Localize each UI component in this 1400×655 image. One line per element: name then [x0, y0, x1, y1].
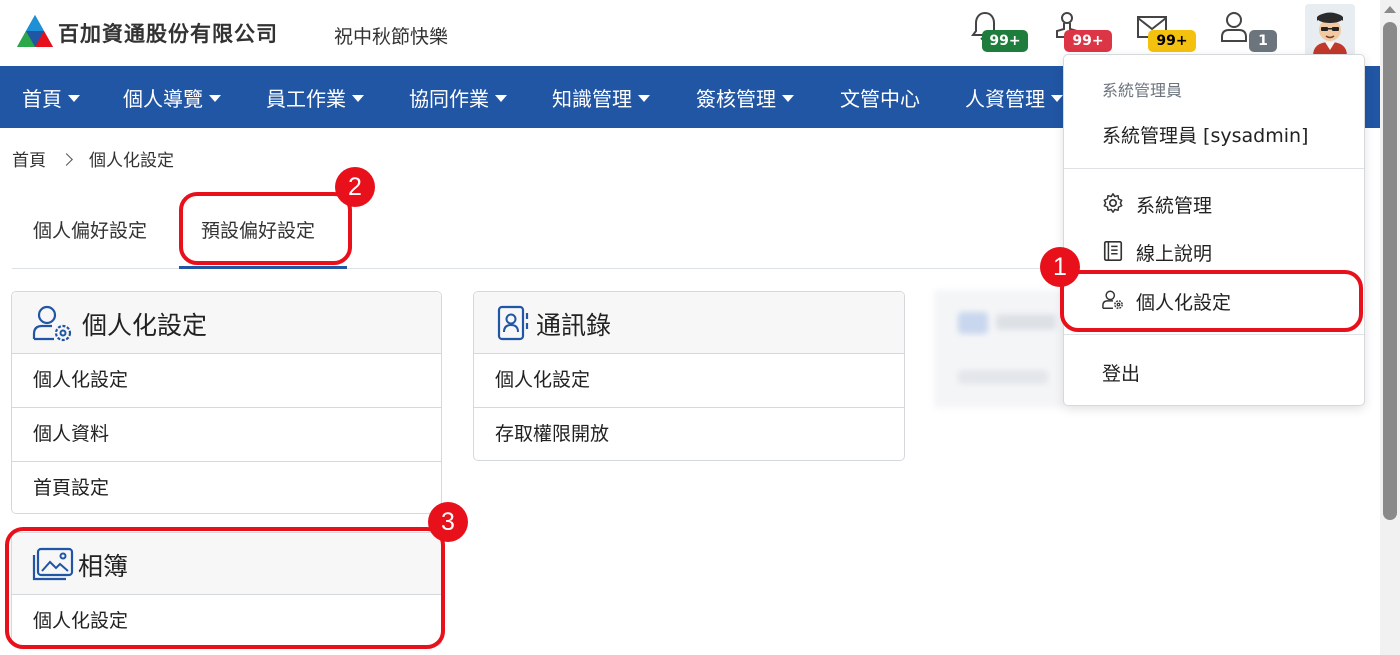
company-name: 百加資通股份有限公司: [58, 22, 278, 46]
dropdown-role-header: 系統管理員: [1102, 81, 1183, 100]
gear-icon: [1103, 192, 1123, 213]
card-title: 個人化設定: [82, 311, 208, 340]
notification-badge[interactable]: 99+: [982, 30, 1028, 52]
breadcrumb-home[interactable]: 首頁: [12, 151, 46, 171]
nav-personal-guide[interactable]: 個人導覽: [123, 83, 221, 112]
menu-item-system-admin[interactable]: 系統管理: [1102, 191, 1212, 218]
user-gear-icon: [32, 305, 72, 342]
nav-label: 簽核管理: [696, 87, 776, 111]
nav-label: 知識管理: [552, 87, 632, 111]
contacts-card: 通訊錄 個人化設定 存取權限開放: [473, 291, 905, 461]
nav-employee-ops[interactable]: 員工作業: [266, 83, 364, 112]
menu-item-label: 線上說明: [1136, 243, 1213, 265]
company-logo[interactable]: [16, 14, 54, 48]
nav-label: 個人導覽: [123, 87, 203, 111]
book-icon: [1103, 240, 1123, 261]
dropdown-user-name: 系統管理員 [sysadmin]: [1102, 125, 1309, 147]
tab-personal-preferences[interactable]: 個人偏好設定: [33, 216, 147, 243]
breadcrumb: 首頁 個人化設定: [12, 146, 174, 171]
list-item[interactable]: 個人資料: [12, 408, 441, 462]
caret-down-icon: [209, 95, 221, 102]
nav-collaboration[interactable]: 協同作業: [409, 83, 507, 112]
scrollbar-thumb[interactable]: [1383, 22, 1397, 520]
approval-badge[interactable]: 99+: [1064, 30, 1112, 52]
caret-down-icon: [352, 95, 364, 102]
scroll-up-arrow-icon[interactable]: [1384, 6, 1396, 13]
caret-down-icon: [1051, 95, 1063, 102]
blurred-card: [934, 290, 1064, 408]
card-header: 個人化設定: [12, 292, 441, 354]
nav-label: 首頁: [22, 87, 62, 111]
nav-document-center[interactable]: 文管中心: [840, 83, 920, 112]
breadcrumb-current: 個人化設定: [89, 151, 174, 171]
annotation-marker-1: 1: [1040, 247, 1080, 287]
avatar[interactable]: [1305, 4, 1355, 56]
annotation-highlight-2: [179, 192, 352, 265]
list-item[interactable]: 個人化設定: [12, 354, 441, 408]
menu-item-label: 系統管理: [1136, 195, 1213, 217]
annotation-highlight-1: [1060, 270, 1363, 332]
nav-home[interactable]: 首頁: [22, 83, 80, 112]
avatar-image: [1305, 4, 1355, 56]
list-item[interactable]: 首頁設定: [12, 462, 441, 513]
caret-down-icon: [638, 95, 650, 102]
nav-label: 協同作業: [409, 87, 489, 111]
caret-down-icon: [68, 95, 80, 102]
mail-badge[interactable]: 99+: [1148, 30, 1196, 52]
nav-label: 人資管理: [965, 87, 1045, 111]
chevron-right-icon: [60, 153, 73, 166]
user-dropdown-menu: 系統管理員 系統管理員 [sysadmin] 系統管理 線上說明 個人化設定 登…: [1063, 54, 1365, 406]
user-icon[interactable]: [1219, 10, 1249, 44]
nav-label: 員工作業: [266, 87, 346, 111]
card-header: 通訊錄: [474, 292, 904, 354]
dropdown-divider: [1064, 168, 1364, 169]
nav-approval[interactable]: 簽核管理: [696, 83, 794, 112]
list-item[interactable]: 存取權限開放: [474, 408, 904, 460]
menu-item-online-help[interactable]: 線上說明: [1102, 239, 1212, 266]
card-title: 通訊錄: [536, 311, 612, 340]
contact-book-icon: [497, 305, 529, 341]
greeting-text: 祝中秋節快樂: [334, 26, 449, 48]
caret-down-icon: [495, 95, 507, 102]
tabs-divider: [12, 268, 1062, 269]
annotation-marker-2: 2: [335, 167, 375, 207]
caret-down-icon: [782, 95, 794, 102]
active-tab-indicator: [179, 266, 347, 269]
dropdown-divider: [1064, 334, 1364, 335]
annotation-highlight-3: [5, 527, 445, 649]
nav-hr[interactable]: 人資管理: [965, 83, 1063, 112]
nav-knowledge[interactable]: 知識管理: [552, 83, 650, 112]
personalization-card: 個人化設定 個人化設定 個人資料 首頁設定: [11, 291, 442, 514]
annotation-marker-3: 3: [428, 502, 468, 542]
list-item[interactable]: 個人化設定: [474, 354, 904, 408]
nav-label: 文管中心: [840, 87, 920, 111]
logout-button[interactable]: 登出: [1102, 359, 1140, 386]
user-badge[interactable]: 1: [1249, 30, 1277, 52]
